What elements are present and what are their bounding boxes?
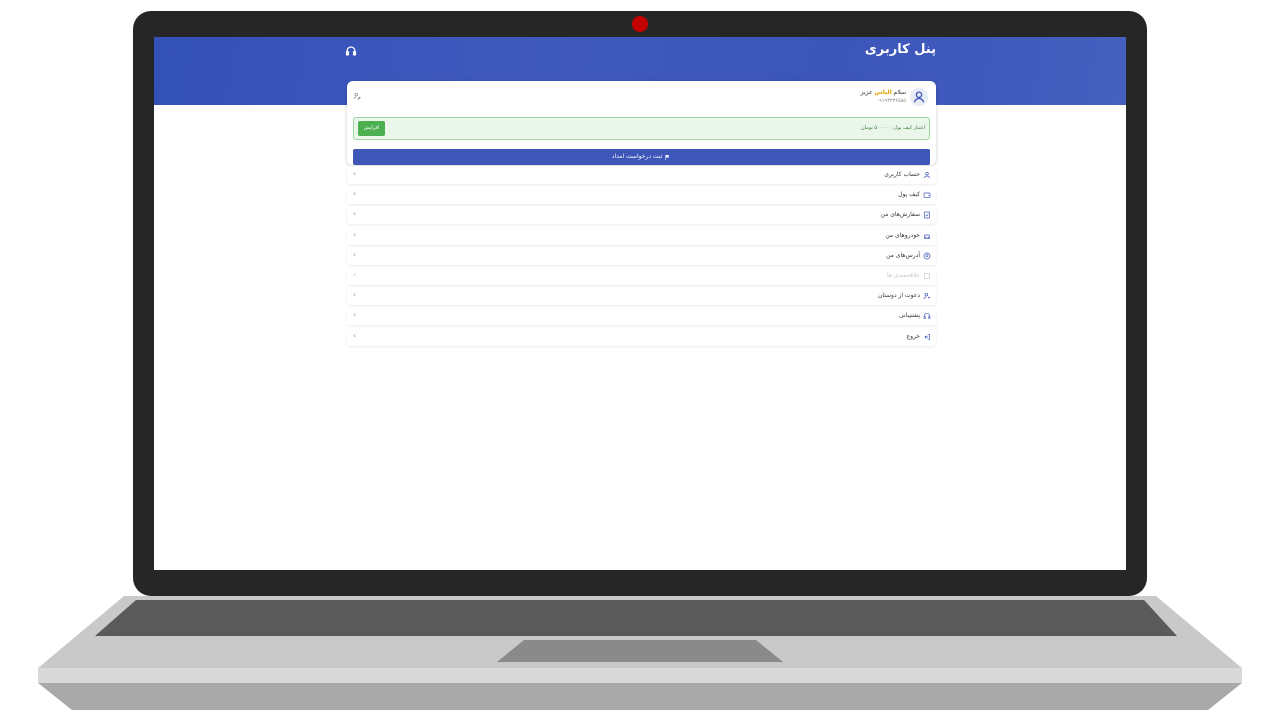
menu-item-orders[interactable]: سفارش‌های من ‹ — [347, 206, 936, 225]
car-icon — [924, 234, 930, 239]
wallet-icon — [923, 192, 931, 199]
user-edit-icon[interactable] — [353, 92, 361, 100]
chevron-left-icon: ‹ — [353, 169, 357, 178]
chevron-left-icon: ‹ — [353, 229, 357, 239]
chevron-left-icon: ‹ — [353, 209, 357, 219]
menu-item-label: دعوت از دوستان — [877, 292, 920, 300]
chevron-left-icon: ‹ — [353, 269, 357, 279]
menu-item-label: خودروهای من — [885, 231, 920, 239]
help-request-label: ثبت درخواست امداد — [611, 153, 663, 160]
chevron-left-icon: ‹ — [353, 330, 357, 340]
webcam — [632, 16, 648, 32]
account-menu: حساب کاربری ‹ کیف پول ‹ سفارش‌های من ‹ خ… — [347, 166, 936, 348]
avatar — [910, 88, 928, 106]
chevron-left-icon: ‹ — [353, 189, 357, 199]
user-icon — [924, 172, 930, 179]
headset-icon[interactable] — [345, 45, 357, 57]
menu-item-label: کیف پول — [898, 191, 920, 199]
menu-item-account[interactable]: حساب کاربری ‹ — [347, 166, 936, 184]
user-phone: ۰۹۱۹۳۳۳۶۵۸۵ — [876, 98, 906, 104]
menu-item-favorites[interactable]: علاقه‌مندی ها ‹ — [347, 266, 936, 285]
menu-item-label: سفارش‌های من — [880, 211, 921, 219]
profile-card: سلام الیاس عزیز ۰۹۱۹۳۳۳۶۵۸۵ اعتبار کیف پ… — [347, 81, 936, 165]
username: الیاس — [874, 89, 892, 96]
topup-button[interactable]: افزایش — [358, 121, 385, 136]
menu-item-addresses[interactable]: آدرس‌های من ‹ — [347, 246, 936, 265]
menu-item-invite[interactable]: دعوت از دوستان ‹ — [347, 287, 936, 306]
wallet-balance: اعتبار کیف پول: ۵۰۰۰۰۰ تومان — [861, 125, 925, 131]
greeting-prefix: سلام — [893, 89, 906, 96]
chevron-left-icon: ‹ — [353, 310, 357, 320]
greeting-suffix: عزیز — [860, 89, 873, 96]
orders-icon — [924, 212, 930, 219]
app-screen: پنل کاربری سلام الیاس عزیز ۰۹۱۹۳۳۳۶۵۸۵ ا… — [154, 37, 1126, 570]
menu-item-support[interactable]: پشتیبانی ‹ — [347, 307, 936, 326]
help-request-button[interactable]: ثبت درخواست امداد — [353, 149, 930, 165]
menu-item-label: علاقه‌مندی ها — [886, 271, 920, 279]
invite-icon — [923, 293, 930, 300]
menu-item-label: پشتیبانی — [899, 312, 920, 320]
menu-item-label: آدرس‌های من — [886, 251, 920, 259]
headset-icon — [923, 313, 931, 320]
menu-item-cars[interactable]: خودروهای من ‹ — [347, 226, 936, 245]
page-title: پنل کاربری — [864, 42, 936, 57]
location-icon — [923, 252, 931, 260]
menu-item-wallet[interactable]: کیف پول ‹ — [347, 186, 936, 205]
wallet-balance-box: اعتبار کیف پول: ۵۰۰۰۰۰ تومان افزایش — [353, 117, 930, 140]
menu-item-label: خروج — [906, 332, 920, 340]
logout-icon — [924, 333, 930, 340]
user-icon — [913, 91, 925, 103]
chevron-left-icon: ‹ — [353, 249, 357, 259]
menu-item-label: حساب کاربری — [884, 171, 920, 178]
flag-icon — [665, 154, 670, 160]
menu-item-logout[interactable]: خروج ‹ — [347, 327, 936, 346]
heart-icon — [924, 272, 930, 279]
wallet-amount: ۵۰۰۰۰۰ تومان — [860, 125, 891, 131]
laptop-base — [38, 596, 1242, 710]
wallet-label: اعتبار کیف پول: — [892, 125, 925, 131]
user-greeting: سلام الیاس عزیز — [861, 89, 906, 96]
chevron-left-icon: ‹ — [353, 290, 357, 300]
